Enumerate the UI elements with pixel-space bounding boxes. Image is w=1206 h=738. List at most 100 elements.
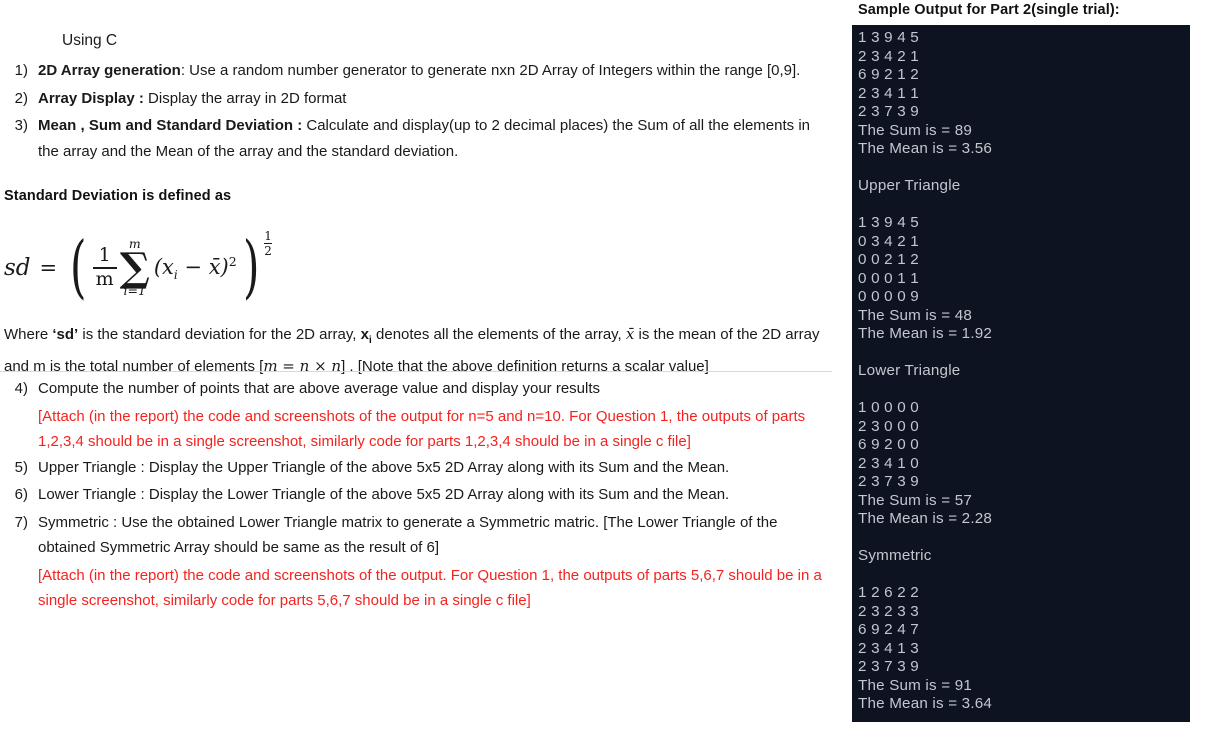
terminal-line: 1 3 9 4 5 xyxy=(858,214,919,231)
sd-definition-label: Standard Deviation is defined as xyxy=(4,188,232,204)
list-item-number: 3) xyxy=(14,117,28,134)
list-item-text: Lower Triangle : Display the Lower Trian… xyxy=(38,486,730,503)
terminal-line: 6 9 2 0 0 xyxy=(858,436,919,453)
page-title: Using C xyxy=(62,32,118,49)
terminal-line: 1 3 9 4 5 xyxy=(858,29,919,46)
section-divider xyxy=(0,371,832,372)
terminal-line: The Mean is = 3.56 xyxy=(858,140,993,157)
terminal-line: 6 9 2 4 7 xyxy=(858,621,919,638)
terminal-line: 0 0 2 1 2 xyxy=(858,251,919,268)
requirements-list-part1: 1) 2D Array generation: Use a random numb… xyxy=(0,58,838,166)
terminal-line: The Sum is = 89 xyxy=(858,121,973,139)
terminal-line: 0 3 4 2 1 xyxy=(858,232,919,250)
requirements-list-part2: 4) Compute the number of points that are … xyxy=(0,376,838,614)
list-item: 1) 2D Array generation: Use a random numb… xyxy=(0,58,838,84)
list-item-number: 1) xyxy=(14,62,28,79)
list-item: 7) Symmetric : Use the obtained Lower Tri… xyxy=(0,510,838,561)
standard-deviation-formula: sd = ( 1 m m ∑ i=1 (xi − x̄)2 ) 1 2 xyxy=(4,228,272,308)
list-item: 4) Compute the number of points that are … xyxy=(0,376,838,402)
where-part1: Where xyxy=(4,326,53,343)
formula-sigma-lower-limit: i=1 xyxy=(123,283,146,299)
document-body: Using C 1) 2D Array generation: Use a ran… xyxy=(0,0,838,738)
list-item-number: 6) xyxy=(14,486,28,503)
terminal-line: 0 0 0 0 9 xyxy=(858,288,919,305)
formula-outer-exponent: 1 2 xyxy=(264,230,272,257)
terminal-line: The Mean is = 3.64 xyxy=(858,695,993,712)
list-item-attachment-note: [Attach (in the report) the code and scr… xyxy=(38,566,822,610)
terminal-line: The Mean is = 1.92 xyxy=(858,325,993,342)
formula-summand-minus: − xyxy=(184,254,203,279)
sample-output-title: Sample Output for Part 2(single trial): xyxy=(858,2,1120,18)
formula-fraction-denominator: m xyxy=(95,267,114,290)
list-item-body: Mean , Sum and Standard Deviation : Calc… xyxy=(38,113,838,164)
terminal-line: Lower Triangle xyxy=(858,362,961,379)
where-part2: is the standard deviation for the 2D arr… xyxy=(78,326,361,343)
list-item-number: 7) xyxy=(14,513,28,531)
terminal-line: Symmetric xyxy=(858,547,932,564)
terminal-line: 2 3 7 3 9 xyxy=(858,473,919,490)
formula-summand-close: ) xyxy=(220,254,229,279)
terminal-line: 2 3 7 3 9 xyxy=(858,658,919,675)
terminal-line: 2 3 4 2 1 xyxy=(858,47,919,65)
terminal-line: The Sum is = 48 xyxy=(858,306,973,324)
terminal-line: 2 3 4 1 0 xyxy=(858,454,919,472)
terminal-line: 2 3 2 3 3 xyxy=(858,602,919,620)
list-item-text: Compute the number of points that are ab… xyxy=(38,380,601,397)
list-item-body: Array Display : Display the array in 2D … xyxy=(38,86,838,112)
where-bold-sd: ‘sd’ xyxy=(52,326,79,343)
where-bold-x: x xyxy=(360,326,369,343)
formula-summation: m ∑ i=1 xyxy=(120,238,150,297)
list-item: 5) Upper Triangle : Display the Upper Tri… xyxy=(0,455,838,481)
list-item-text: Symmetric : Use the obtained Lower Trian… xyxy=(38,513,778,557)
list-item-body: Upper Triangle : Display the Upper Trian… xyxy=(38,455,838,481)
list-item: 6) Lower Triangle : Display the Lower Tri… xyxy=(0,482,838,508)
terminal-line: The Mean is = 2.28 xyxy=(858,510,993,527)
formula-open-paren: ( xyxy=(70,228,87,308)
formula-close-paren: ) xyxy=(242,228,260,308)
list-item-text: : Use a random number generator to gener… xyxy=(180,62,801,79)
formula-summand-x: x xyxy=(162,254,174,279)
terminal-line: 1 0 0 0 0 xyxy=(858,399,919,416)
formula-summand: (xi − x̄)2 xyxy=(154,254,237,282)
list-item-body: Symmetric : Use the obtained Lower Trian… xyxy=(38,510,838,561)
list-item-number: 5) xyxy=(14,458,28,476)
list-item: 3) Mean , Sum and Standard Deviation : Ca… xyxy=(0,113,838,164)
list-item: 2) Array Display : Display the array in 2… xyxy=(0,86,838,112)
formula-summand-power: 2 xyxy=(228,253,237,269)
formula-equals: = xyxy=(39,256,58,280)
sample-output-panel: Sample Output for Part 2(single trial): … xyxy=(852,0,1206,738)
sigma-icon: ∑ xyxy=(119,243,150,291)
terminal-line: 2 3 0 0 0 xyxy=(858,417,919,435)
list-item-number: 2) xyxy=(14,89,28,107)
list-item-attachment-note: [Attach (in the report) the code and scr… xyxy=(38,407,806,451)
list-item-bold-label: Array Display : xyxy=(38,89,144,107)
terminal-line: The Sum is = 57 xyxy=(858,491,973,509)
list-item-bold-label: 2D Array generation xyxy=(38,62,181,79)
formula-lhs: sd xyxy=(4,255,31,281)
list-item-body: Compute the number of points that are ab… xyxy=(38,376,838,402)
list-item-text: Upper Triangle : Display the Upper Trian… xyxy=(38,458,730,476)
terminal-output: 1 3 9 4 52 3 4 2 16 9 2 1 22 3 4 1 12 3 … xyxy=(852,25,1190,722)
terminal-line: 0 0 0 1 1 xyxy=(858,269,919,287)
terminal-line: 2 3 7 3 9 xyxy=(858,103,919,120)
formula-summand-x-subscript: i xyxy=(173,268,178,283)
list-item-number: 4) xyxy=(14,380,28,397)
list-item-body: Lower Triangle : Display the Lower Trian… xyxy=(38,482,838,508)
formula-fraction: 1 m xyxy=(92,244,117,290)
formula-inner: 1 m m ∑ i=1 (xi − x̄)2 xyxy=(92,238,237,297)
terminal-line: 2 3 4 1 3 xyxy=(858,639,919,657)
formula-fraction-numerator: 1 xyxy=(98,244,111,267)
list-item-bold-label: Mean , Sum and Standard Deviation : xyxy=(38,117,303,134)
terminal-line: Upper Triangle xyxy=(858,177,961,194)
list-item-text: Display the array in 2D format xyxy=(143,89,347,107)
formula-outer-exponent-denominator: 2 xyxy=(264,243,272,258)
formula-outer-exponent-numerator: 1 xyxy=(264,229,272,243)
terminal-line: The Sum is = 91 xyxy=(858,676,973,694)
terminal-line: 2 3 4 1 1 xyxy=(858,84,919,102)
